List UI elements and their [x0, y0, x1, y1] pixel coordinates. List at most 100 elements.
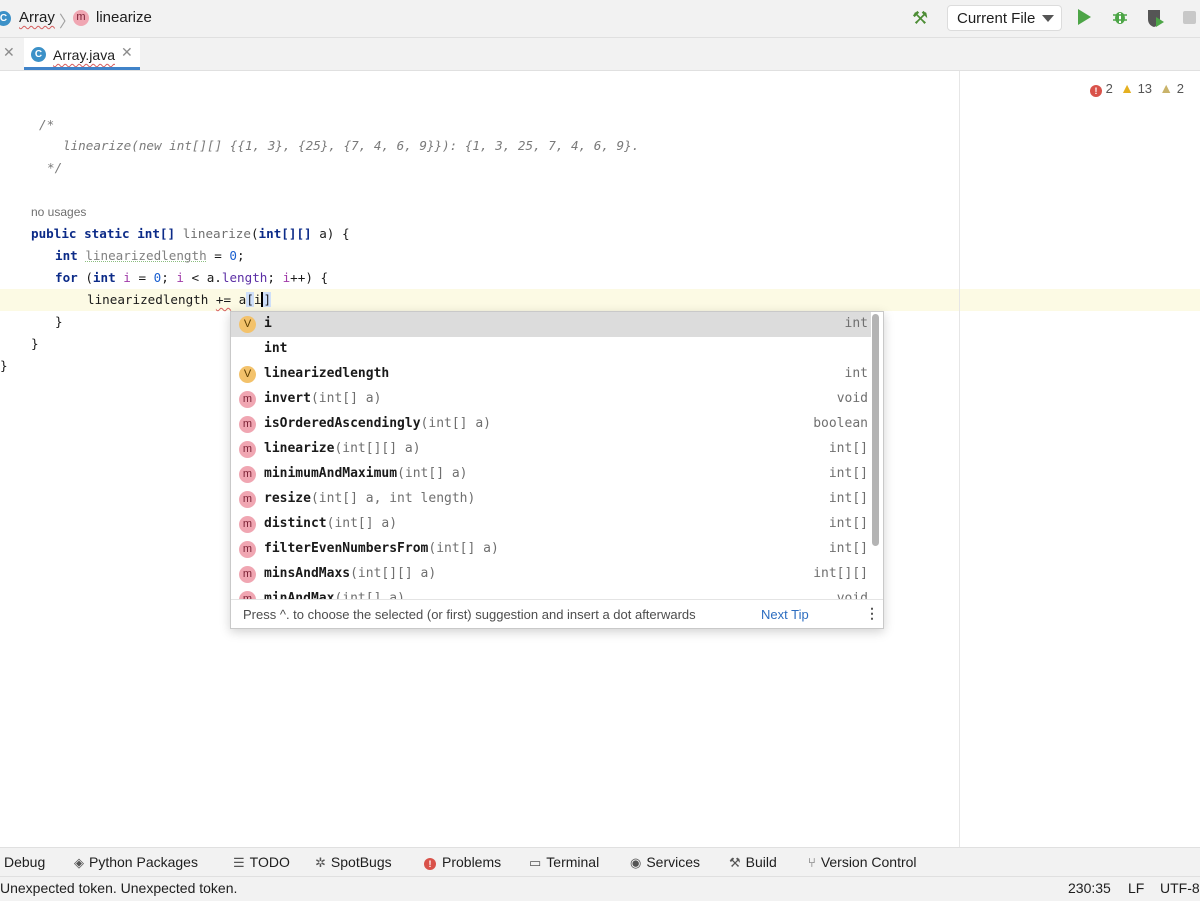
completion-item[interactable]: m invert(int[] a) void [231, 387, 871, 412]
branch-icon: ⑂ [808, 855, 816, 870]
completion-item[interactable]: m distinct(int[] a) int[] [231, 512, 871, 537]
completion-params: (int[] a) [334, 591, 405, 599]
completion-item[interactable]: m minimumAndMaximum(int[] a) int[] [231, 462, 871, 487]
next-tip-link[interactable]: Next Tip [761, 607, 809, 622]
completion-return-type: int[] [828, 466, 868, 481]
layers-icon: ◈ [74, 855, 84, 870]
completion-params: (int[] a, int length) [310, 491, 476, 506]
completion-match: resize [264, 491, 311, 506]
tool-debug[interactable]: Debug [4, 854, 45, 870]
method-icon: m [239, 391, 256, 408]
tool-build[interactable]: ⚒ Build [729, 854, 777, 871]
warning-count: 13 [1137, 81, 1153, 96]
completion-return-type: void [836, 591, 868, 599]
completion-return-type: void [836, 391, 868, 406]
tool-spotbugs[interactable]: ✲ SpotBugs [315, 854, 392, 871]
brace: } [0, 358, 8, 373]
tool-problems[interactable]: ! Problems [424, 854, 501, 870]
method-icon: m [239, 416, 256, 433]
tool-label: Problems [442, 854, 502, 870]
more-options-icon[interactable]: ⋮ [865, 605, 879, 622]
caret: ] [261, 292, 272, 307]
completion-match: invert [264, 391, 311, 406]
close-tab-icon[interactable]: ✕ [121, 44, 133, 61]
tab-label[interactable]: Array.java [53, 47, 115, 63]
completion-item[interactable]: m isOrderedAscendingly(int[] a) boolean [231, 412, 871, 437]
tool-label: TODO [249, 854, 290, 870]
code-text: a [231, 292, 247, 307]
caret-position[interactable]: 230:35 [1068, 880, 1111, 896]
completion-item[interactable]: int [231, 337, 871, 362]
code-text: ++) { [290, 270, 329, 285]
run-with-coverage-icon[interactable] [1145, 8, 1165, 28]
breadcrumb-class[interactable]: Array [19, 9, 55, 26]
method-icon: m [239, 466, 256, 483]
build-hammer-icon[interactable]: ⚒ [912, 8, 928, 29]
loop-variable: i [176, 270, 184, 285]
completion-item-name: isOrderedAscendingly(int[] a) [264, 416, 491, 431]
loop-variable: i [123, 270, 131, 285]
file-encoding[interactable]: UTF-8 [1160, 880, 1200, 896]
completion-item[interactable]: Vi int [231, 312, 871, 337]
completion-name-rest: nt [271, 341, 288, 356]
code-text: linearizedlength [87, 292, 216, 307]
tool-services[interactable]: ◉ Services [630, 854, 700, 871]
completion-item-name: i [264, 316, 272, 331]
run-button[interactable] [1078, 9, 1091, 25]
completion-return-type: boolean [813, 416, 868, 431]
current-edit-line[interactable]: linearizedlength += a[i] [87, 291, 272, 309]
tool-terminal[interactable]: ▭ Terminal [529, 854, 599, 871]
bug-icon: ✲ [315, 855, 326, 870]
class-icon: C [31, 47, 46, 62]
completion-params: (int[][] a) [334, 441, 421, 456]
completion-params: (int[] a) [420, 416, 491, 431]
code-completion-popup[interactable]: Vi int int Vlinearizedlength int m invert(int[… [230, 311, 884, 629]
completion-item[interactable]: m filterEvenNumbersFrom(int[] a) int[] [231, 537, 871, 562]
completion-scrollbar[interactable] [872, 314, 879, 546]
comment-close: */ [47, 160, 63, 175]
close-icon[interactable]: ✕ [3, 44, 15, 61]
run-configuration-select[interactable]: Current File [947, 5, 1062, 31]
completion-item[interactable]: m linearize(int[][] a) int[] [231, 437, 871, 462]
completion-item-name: linearize(int[][] a) [264, 441, 421, 456]
terminal-icon: ▭ [529, 855, 542, 870]
keyword: int[][] [258, 226, 312, 241]
completion-item[interactable]: Vlinearizedlength int [231, 362, 871, 387]
completion-item-name: distinct(int[] a) [264, 516, 397, 531]
completion-return-type: int [844, 366, 868, 381]
completion-params: (int[] a) [310, 391, 382, 406]
completion-item-name: minimumAndMaximum(int[] a) [264, 466, 468, 481]
completion-item[interactable]: m resize(int[] a, int length) int[] [231, 487, 871, 512]
error-icon: ! [1090, 85, 1102, 97]
completion-match: linearize [264, 441, 335, 456]
completion-params: (int[] a) [397, 466, 468, 481]
completion-return-type: int [844, 316, 868, 331]
inspection-widget[interactable]: ! 2 ▲ 13 ▲ 2 [1090, 80, 1184, 97]
method-icon: m [239, 591, 256, 599]
method-icon: m [239, 441, 256, 458]
debug-bug-icon[interactable] [1111, 8, 1129, 26]
completion-item[interactable]: m minAndMax(int[] a) void [231, 587, 871, 599]
number-literal: 0 [229, 248, 238, 263]
navigation-bar: C Array 〉 m linearize ⚒ Current File [0, 0, 1200, 38]
completion-name-rest: inearizedlength [271, 366, 390, 381]
completion-item[interactable]: m minsAndMaxs(int[][] a) int[][] [231, 562, 871, 587]
tool-label: SpotBugs [330, 854, 392, 870]
stop-button[interactable] [1183, 11, 1196, 24]
method-icon: m [239, 566, 256, 583]
tool-python-packages[interactable]: ◈ Python Packages [74, 854, 198, 871]
tool-version-control[interactable]: ⑂ Version Control [808, 854, 917, 870]
usages-hint[interactable]: no usages [31, 205, 86, 219]
tool-todo[interactable]: ☰ TODO [233, 854, 290, 871]
code-text: = [130, 270, 154, 285]
unused-variable: linearizedlength [85, 248, 207, 263]
breadcrumb-method[interactable]: linearize [96, 9, 152, 26]
completion-list[interactable]: Vi int int Vlinearizedlength int m invert(int[… [231, 312, 871, 599]
completion-match: minsAndMaxs [264, 566, 351, 581]
class-icon: C [0, 11, 11, 26]
hammer-icon: ⚒ [729, 855, 741, 870]
line-separator[interactable]: LF [1128, 880, 1144, 896]
method-icon: m [239, 541, 256, 558]
tool-label: Terminal [546, 854, 600, 870]
keyword: static [84, 226, 130, 241]
